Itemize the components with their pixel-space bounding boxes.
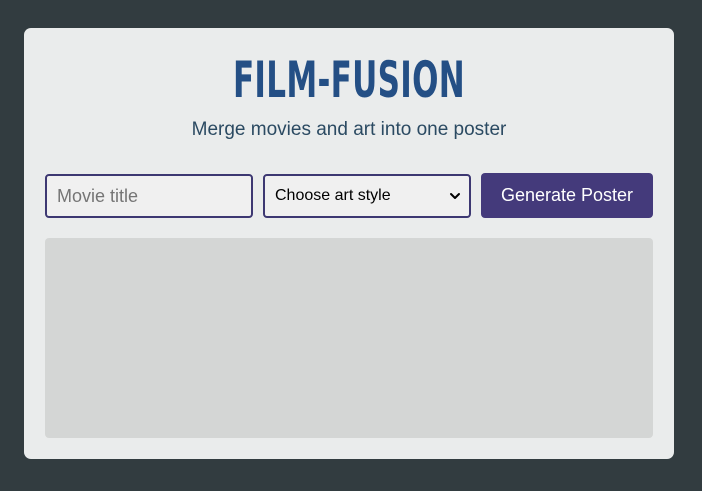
chevron-down-icon	[450, 193, 460, 199]
poster-preview-area	[45, 238, 653, 438]
art-style-select[interactable]: Choose art style	[263, 174, 471, 218]
generate-poster-button[interactable]: Generate Poster	[481, 173, 653, 218]
app-card: FILM-FUSION Merge movies and art into on…	[24, 28, 674, 459]
art-style-select-value: Choose art style	[275, 187, 391, 204]
app-title: FILM-FUSION	[232, 51, 466, 109]
movie-title-input[interactable]	[45, 174, 253, 218]
app-subtitle: Merge movies and art into one poster	[191, 119, 507, 140]
